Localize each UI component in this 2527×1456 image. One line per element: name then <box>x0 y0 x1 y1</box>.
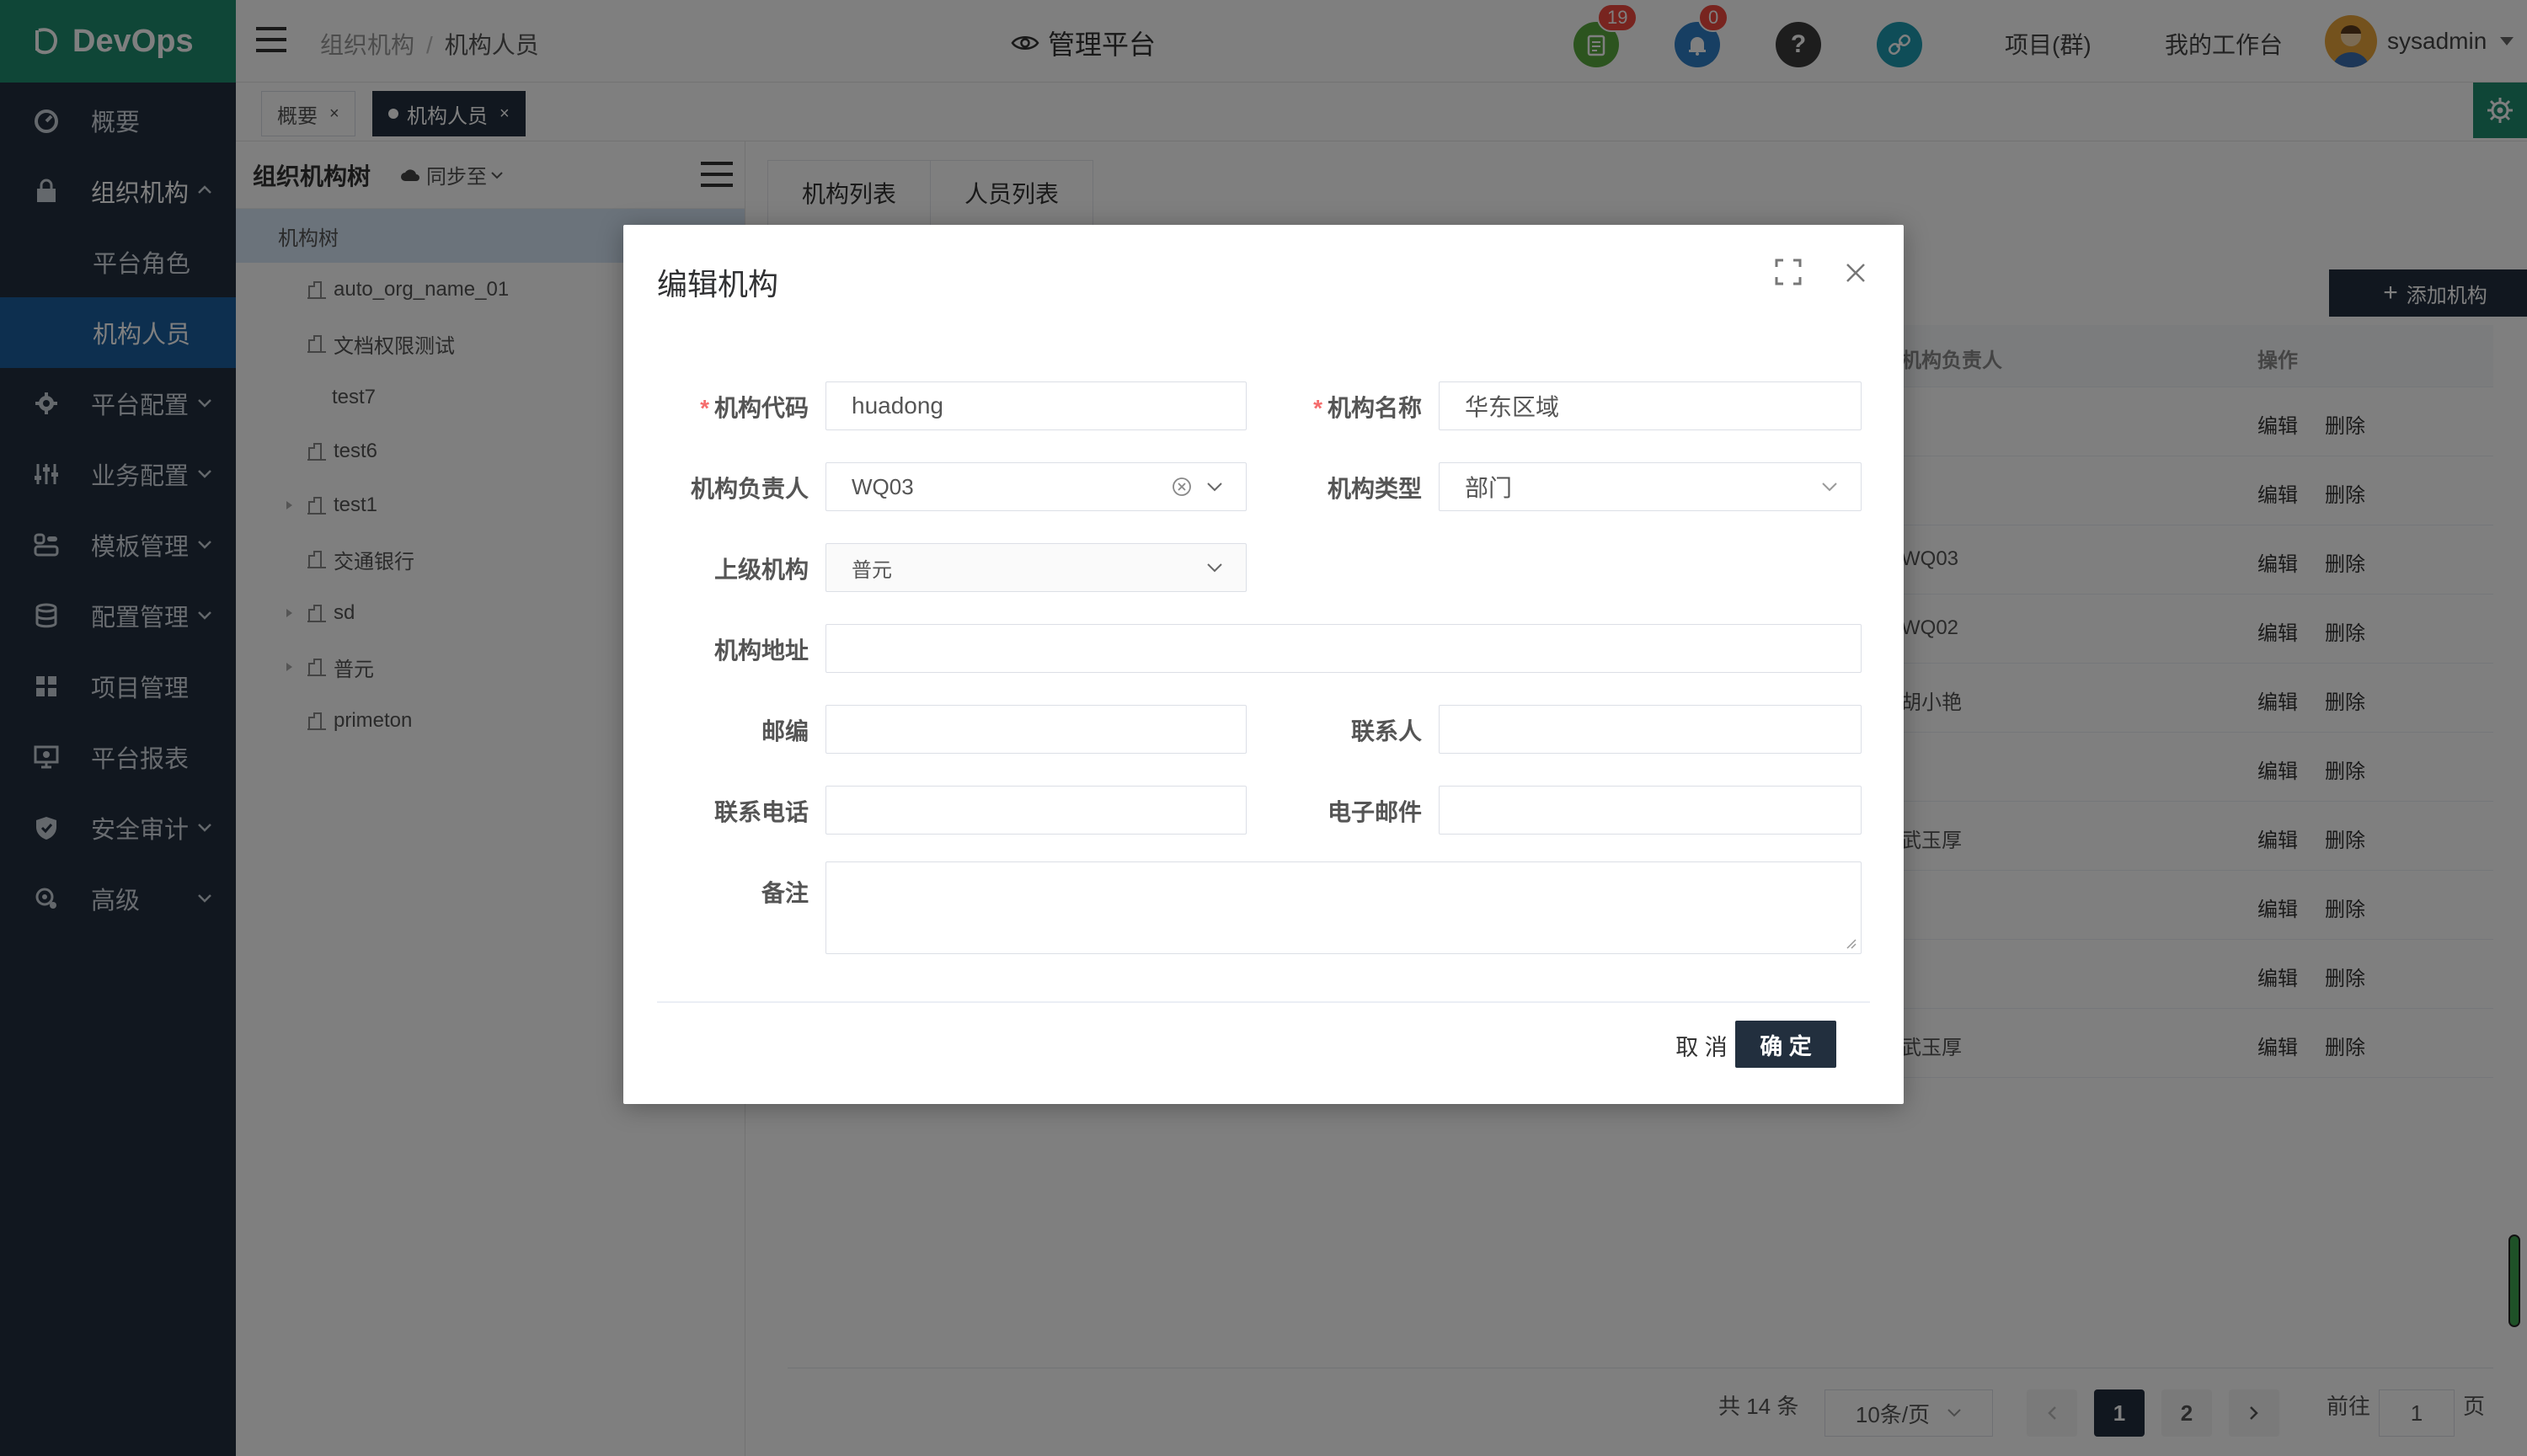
fullscreen-icon[interactable] <box>1775 259 1802 285</box>
org-address-label: 机构地址 <box>657 632 809 666</box>
field-label: 机构类型 <box>1327 476 1422 502</box>
field-value: 普元 <box>852 558 892 582</box>
contact-label: 联系人 <box>1270 713 1422 747</box>
field-value: huadong <box>852 392 944 419</box>
org-type-label: 机构类型 <box>1270 471 1422 504</box>
field-label: 上级机构 <box>713 557 809 583</box>
email-label: 电子邮件 <box>1270 794 1422 828</box>
field-label: 机构负责人 <box>690 476 809 502</box>
org-code-label: * 机构代码 <box>657 390 809 424</box>
resize-handle-icon[interactable] <box>1844 936 1857 950</box>
zip-label: 邮编 <box>657 713 809 747</box>
field-label: 机构地址 <box>713 637 809 664</box>
zip-input[interactable] <box>825 705 1247 754</box>
field-label: 机构代码 <box>713 395 809 421</box>
field-label: 联系电话 <box>713 799 809 825</box>
email-input[interactable] <box>1439 786 1862 835</box>
chevron-down-icon <box>1207 483 1222 492</box>
confirm-button[interactable]: 确 定 <box>1735 1021 1836 1068</box>
field-value: 华东区域 <box>1465 394 1560 420</box>
org-name-input[interactable]: 华东区域 <box>1439 381 1862 430</box>
org-code-input[interactable]: huadong <box>825 381 1247 430</box>
field-label: 邮编 <box>761 718 809 744</box>
org-type-select[interactable]: 部门 <box>1439 462 1862 511</box>
required-mark: * <box>1313 395 1322 421</box>
cancel-label: 取 消 <box>1675 1034 1728 1060</box>
phone-input[interactable] <box>825 786 1247 835</box>
org-owner-select[interactable]: WQ03 <box>825 462 1247 511</box>
field-label: 联系人 <box>1350 718 1422 744</box>
required-mark: * <box>700 395 709 421</box>
org-owner-label: 机构负责人 <box>657 471 809 504</box>
cancel-button[interactable]: 取 消 <box>1659 1021 1744 1069</box>
org-address-input[interactable] <box>825 624 1862 673</box>
field-label: 电子邮件 <box>1327 799 1422 825</box>
remark-textarea[interactable] <box>825 861 1862 954</box>
field-value: WQ03 <box>852 473 914 499</box>
clear-icon[interactable] <box>1172 477 1192 497</box>
chevron-down-icon <box>1822 483 1837 492</box>
parent-org-label: 上级机构 <box>657 552 809 585</box>
field-label: 机构名称 <box>1327 395 1422 421</box>
chevron-down-icon <box>1207 563 1222 573</box>
dialog-divider <box>657 1001 1870 1003</box>
phone-label: 联系电话 <box>657 794 809 828</box>
close-icon[interactable] <box>1845 262 1867 284</box>
confirm-label: 确 定 <box>1760 1033 1812 1059</box>
org-name-label: * 机构名称 <box>1270 390 1422 424</box>
dialog-title: 编辑机构 <box>657 267 779 301</box>
edit-org-dialog: 编辑机构 * 机构代码 huadong * 机构名称 华东区域 机构负责人 WQ03… <box>623 225 1904 1104</box>
parent-org-select[interactable]: 普元 <box>825 543 1247 592</box>
contact-input[interactable] <box>1439 705 1862 754</box>
field-label: 备注 <box>761 880 809 906</box>
remark-label: 备注 <box>657 875 809 909</box>
field-value: 部门 <box>1465 475 1513 501</box>
